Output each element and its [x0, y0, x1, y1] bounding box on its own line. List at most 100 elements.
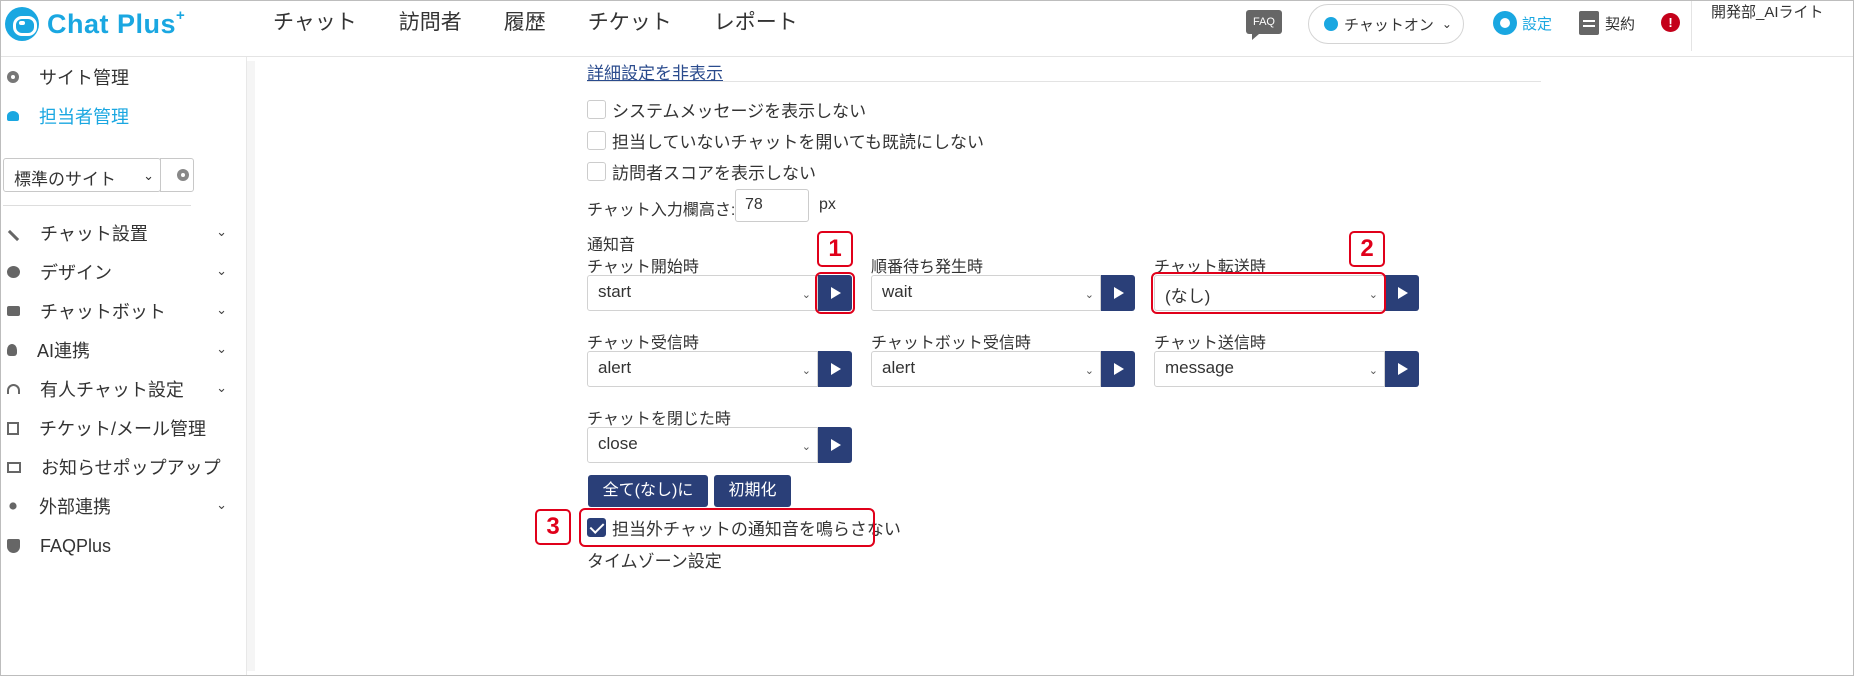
select-value: alert [882, 358, 916, 377]
main-nav: チャット 訪問者 履歴 チケット レポート [273, 9, 840, 37]
sound-label-queue-wait: 順番待ち発生時 [871, 259, 984, 276]
sound-label-chat-send: チャット送信時 [1154, 335, 1266, 352]
site-settings-button[interactable] [160, 158, 194, 192]
checkbox-hide-visitor-score[interactable]: 訪問者スコアを表示しない [587, 159, 816, 183]
chevron-down-icon: ⌄ [216, 380, 227, 395]
annotation-number-1: 1 [817, 231, 853, 267]
chevron-down-icon: ⌄ [801, 365, 811, 377]
sidebar [1, 57, 247, 675]
checkbox-label: 訪問者スコアを表示しない [612, 163, 816, 183]
sound-select-chat-start[interactable]: start ⌄ [587, 275, 818, 311]
chat-bubble-icon [7, 306, 20, 316]
alert-icon[interactable]: ! [1661, 13, 1680, 32]
palette-icon [7, 266, 20, 278]
sound-select-chatbot-receive[interactable]: alert ⌄ [871, 351, 1101, 387]
sidebar-item-popup[interactable]: お知らせポップアップ ⌄ [1, 452, 235, 482]
top-header: Chat Plus+ チャット 訪問者 履歴 チケット レポート FAQ チャッ… [1, 1, 1853, 57]
chevron-down-icon: ⌄ [216, 497, 227, 512]
play-button-chat-receive[interactable] [818, 351, 852, 387]
checkbox-no-read-unassigned[interactable]: 担当していないチャットを開いても既読にしない [587, 128, 984, 152]
nav-history[interactable]: 履歴 [504, 9, 546, 37]
sidebar-item-label: チケット/メール管理 [39, 419, 207, 439]
sidebar-item-integration[interactable]: 外部連携 ⌄ [1, 491, 235, 521]
sidebar-item-label: 担当者管理 [39, 107, 129, 127]
user-icon [7, 111, 19, 121]
reset-button[interactable]: 初期化 [714, 475, 791, 507]
gear-icon [7, 71, 19, 83]
sidebar-item-site-admin[interactable]: サイト管理 [1, 62, 235, 92]
sound-label-chat-close: チャットを閉じた時 [587, 411, 731, 428]
play-button-chat-transfer[interactable] [1385, 275, 1419, 311]
chevron-down-icon: ⌄ [216, 302, 227, 317]
sidebar-item-chatbot[interactable]: チャットボット ⌄ [1, 296, 235, 326]
sidebar-item-label: 外部連携 [39, 497, 111, 517]
chevron-down-icon: ⌄ [216, 224, 227, 239]
checkbox-hide-system-messages[interactable]: システムメッセージを表示しない [587, 97, 866, 121]
detail-divider [587, 81, 1541, 82]
settings-link[interactable]: 設定 [1493, 11, 1552, 35]
play-button-queue-wait[interactable] [1101, 275, 1135, 311]
user-menu[interactable]: 開発部_AIライト [1711, 3, 1841, 23]
sidebar-item-operator-admin[interactable]: 担当者管理 [1, 101, 235, 131]
chevron-down-icon: ⌄ [216, 341, 227, 356]
sound-select-chat-receive[interactable]: alert ⌄ [587, 351, 818, 387]
timezone-heading: タイムゾーン設定 [587, 552, 722, 571]
sidebar-item-chat-setup[interactable]: チャット設置 ⌄ [1, 218, 235, 248]
sound-label-chat-start: チャット開始時 [587, 259, 699, 276]
checkbox[interactable] [587, 99, 606, 119]
annotation-number-3: 3 [535, 509, 571, 545]
chevron-down-icon: ⌄ [1441, 17, 1452, 31]
sound-select-chat-send[interactable]: message ⌄ [1154, 351, 1385, 387]
input-height-unit: px [819, 196, 836, 213]
sidebar-item-label: AI連携 [37, 341, 91, 361]
nav-reports[interactable]: レポート [714, 9, 798, 37]
play-button-chat-send[interactable] [1385, 351, 1419, 387]
notification-sound-heading: 通知音 [587, 237, 636, 254]
list-icon [7, 421, 19, 435]
logo[interactable]: Chat Plus+ [5, 5, 185, 43]
select-value: message [1165, 358, 1234, 377]
sound-label-chatbot-receive: チャットボット受信時 [871, 335, 1031, 352]
site-select[interactable]: 標準のサイト ⌄ [3, 158, 161, 192]
status-dot-icon [1324, 17, 1338, 31]
bulb-icon [7, 344, 17, 356]
checkbox[interactable] [587, 161, 606, 181]
nav-chat[interactable]: チャット [273, 9, 357, 37]
annotation-box-3 [579, 508, 875, 547]
sidebar-item-ai[interactable]: AI連携 ⌄ [1, 335, 235, 365]
annotation-box-2 [1151, 272, 1386, 314]
faq-icon[interactable]: FAQ [1246, 10, 1282, 40]
checkbox[interactable] [587, 130, 606, 150]
sidebar-item-design[interactable]: デザイン ⌄ [1, 257, 235, 287]
sidebar-item-faqplus[interactable]: FAQPlus [1, 531, 235, 561]
input-height-field[interactable]: 78 [735, 189, 809, 222]
chat-status-toggle[interactable]: チャットオン ⌄ [1308, 4, 1464, 44]
sound-label-chat-receive: チャット受信時 [587, 335, 699, 352]
nav-tickets[interactable]: チケット [588, 9, 672, 37]
nav-visitors[interactable]: 訪問者 [399, 9, 462, 37]
select-value: start [598, 282, 632, 301]
play-button-chat-close[interactable] [818, 427, 852, 463]
sidebar-item-manned-chat[interactable]: 有人チャット設定 ⌄ [1, 374, 235, 404]
popup-icon [7, 461, 21, 473]
input-height-label: チャット入力欄高さ: [587, 202, 736, 219]
site-select-value: 標準のサイト [14, 170, 116, 189]
chevron-down-icon: ⌄ [216, 263, 227, 278]
header-divider [1691, 1, 1692, 51]
sidebar-item-ticket-mail[interactable]: チケット/メール管理 [1, 413, 235, 443]
sidebar-scrollbar[interactable] [247, 61, 255, 671]
sound-select-queue-wait[interactable]: wait ⌄ [871, 275, 1101, 311]
set-all-none-button[interactable]: 全て(なし)に [588, 475, 708, 507]
tools-icon [7, 229, 20, 241]
sidebar-item-label: デザイン [40, 263, 112, 283]
app-frame: Chat Plus+ チャット 訪問者 履歴 チケット レポート FAQ チャッ… [0, 0, 1854, 676]
gear-icon [1493, 11, 1517, 35]
contract-link[interactable]: 契約 [1579, 11, 1635, 35]
play-button-chatbot-receive[interactable] [1101, 351, 1135, 387]
sound-select-chat-close[interactable]: close ⌄ [587, 427, 818, 463]
annotation-number-2: 2 [1349, 231, 1385, 267]
document-icon [1579, 11, 1599, 35]
logo-text: Chat Plus+ [47, 6, 186, 39]
chat-status-label: チャットオン [1344, 16, 1434, 34]
select-value: close [598, 434, 638, 453]
